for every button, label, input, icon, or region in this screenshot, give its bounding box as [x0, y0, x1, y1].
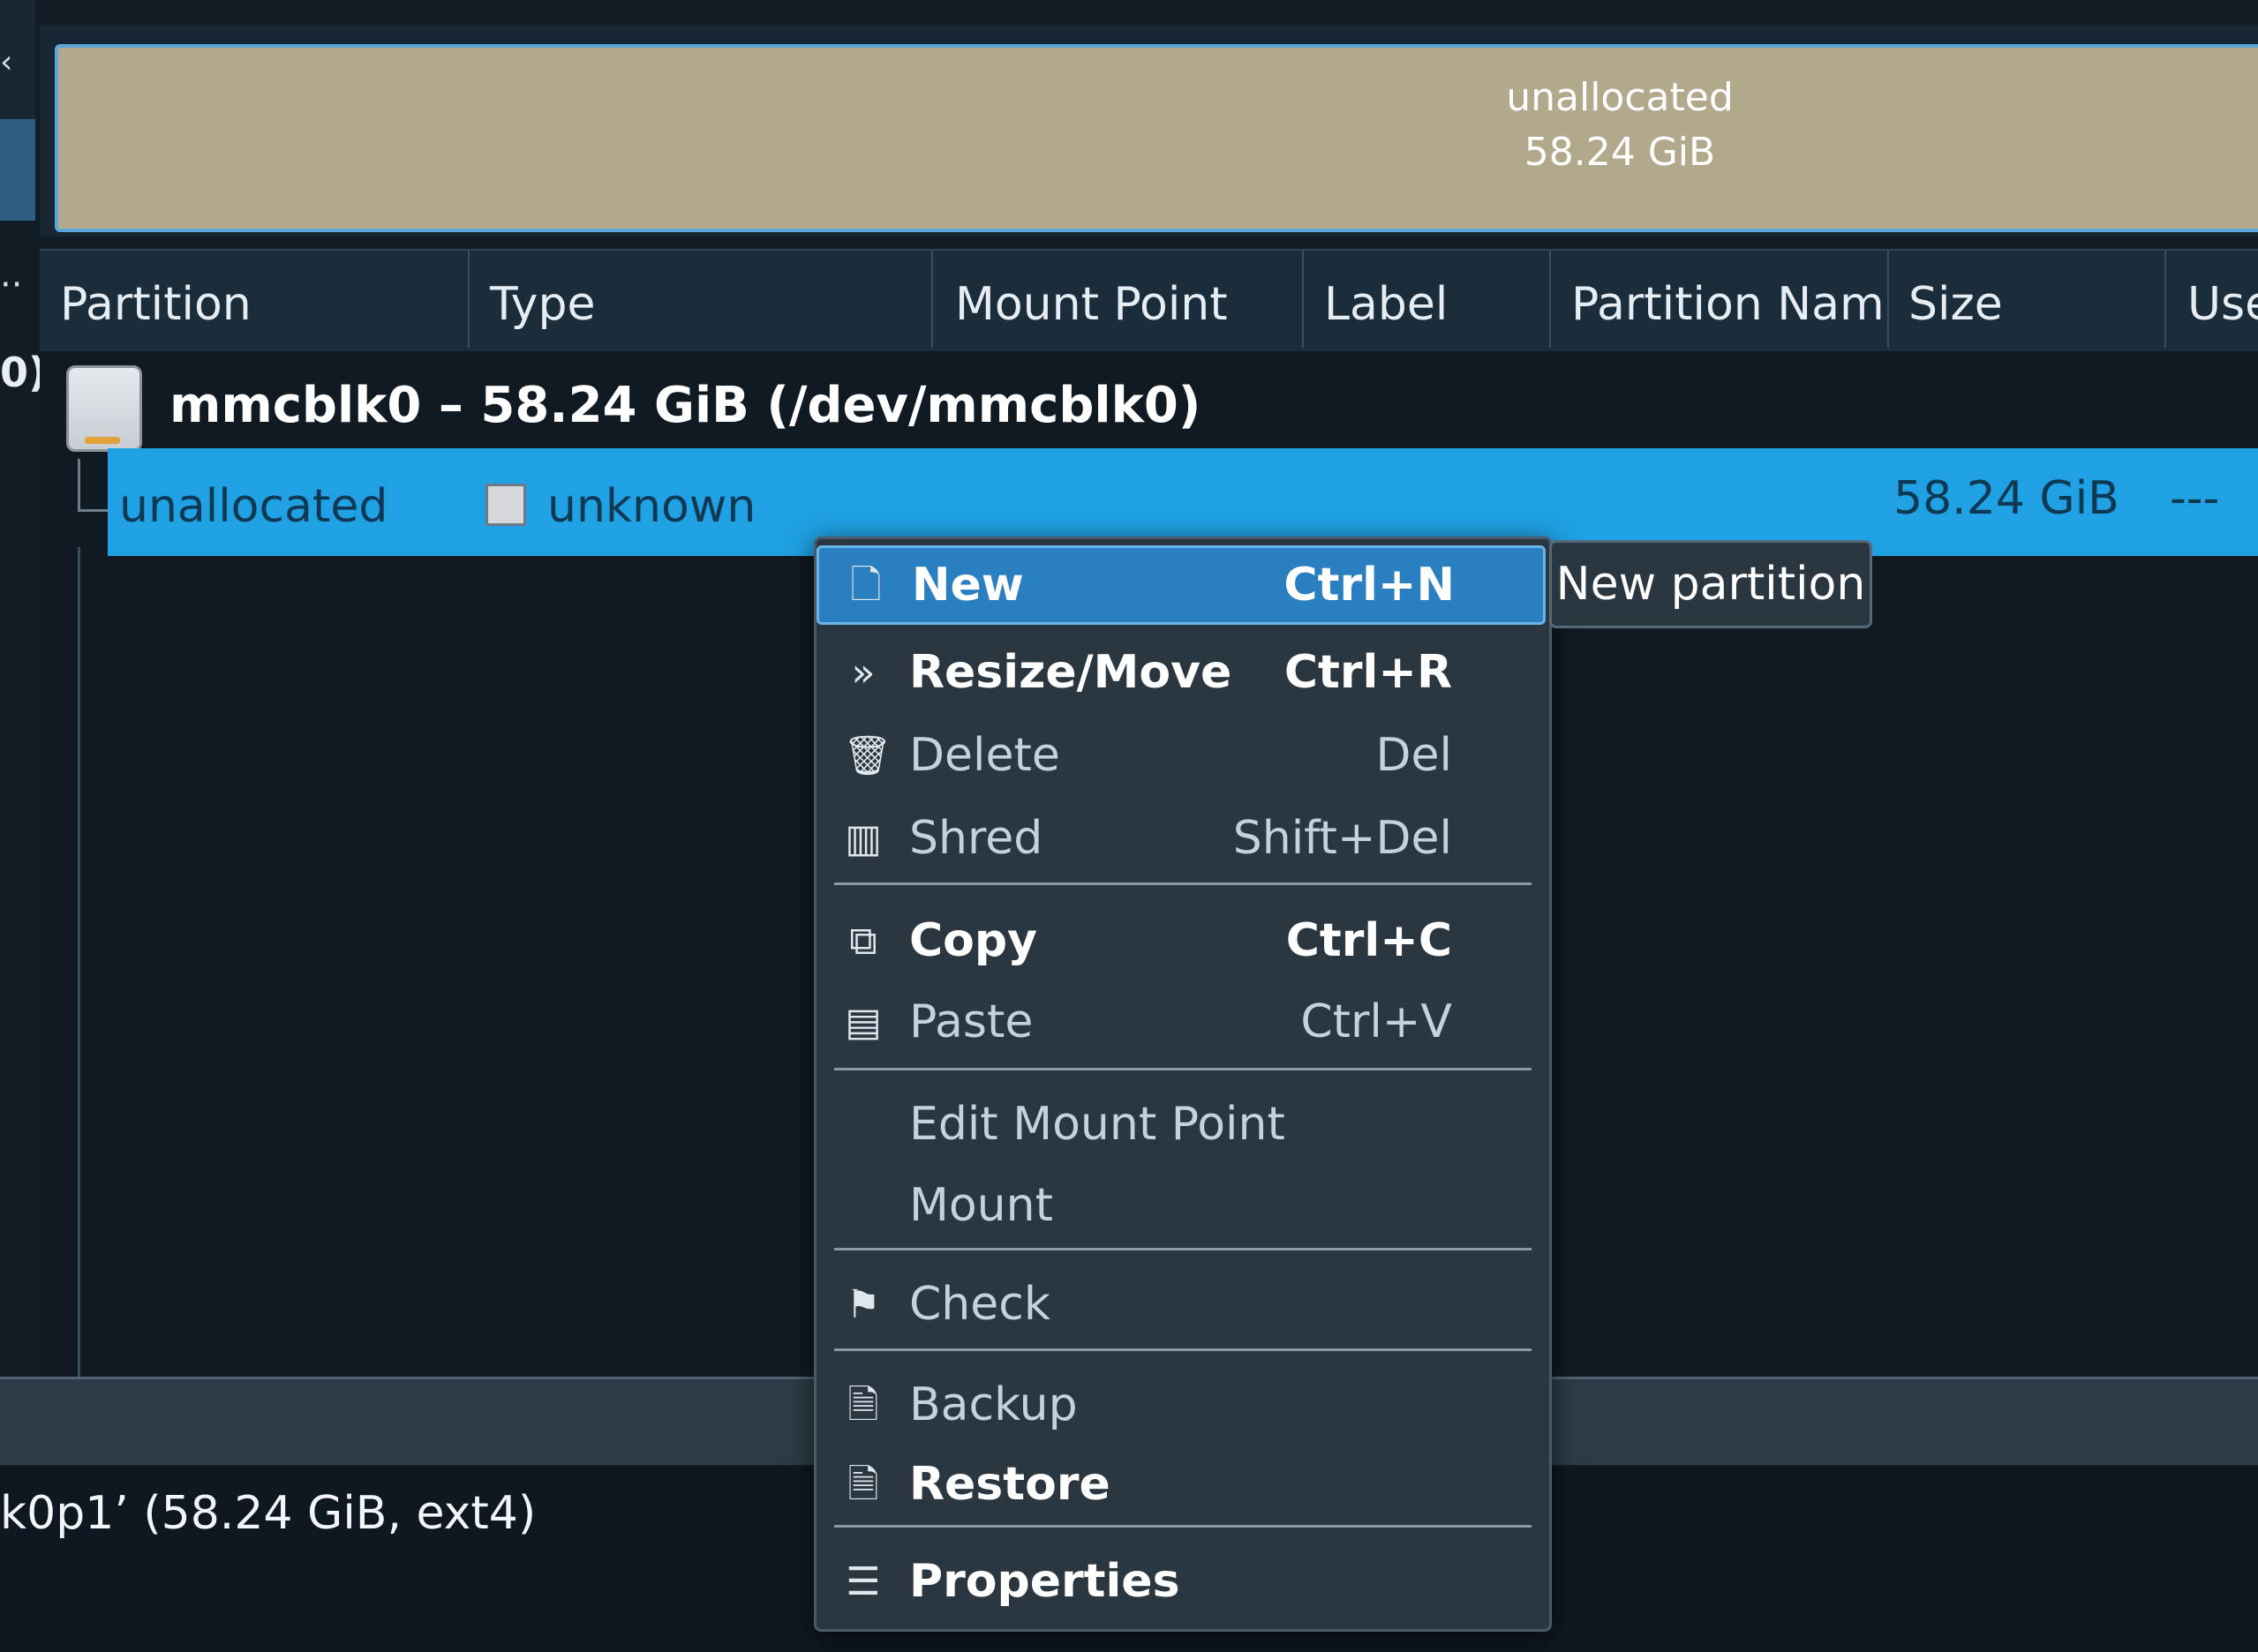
col-header-partition[interactable]: Partition — [60, 265, 252, 344]
row-used: --- — [2170, 472, 2220, 525]
menu-item-shortcut: Ctrl+N — [1283, 559, 1455, 612]
filesystem-color-swatch — [485, 484, 526, 526]
menu-item-mount[interactable]: Mount — [817, 1168, 1540, 1243]
segment-size: 58.24 GiB — [1524, 130, 1716, 175]
menu-item-shortcut: Ctrl+R — [1283, 646, 1452, 699]
collapse-chevron-icon[interactable]: ‹ — [0, 44, 26, 80]
tree-branch-line — [78, 459, 80, 512]
drive-icon — [66, 365, 142, 452]
menu-item-shortcut: Del — [1375, 729, 1452, 782]
tooltip-new-partition: New partition — [1549, 540, 1872, 628]
left-panel-truncated-text: ·· — [0, 265, 23, 305]
copy-icon: ⧉ — [849, 919, 877, 964]
menu-item-check[interactable]: ⚑ Check — [817, 1267, 1540, 1341]
pending-operation-text: k0p1’ (58.24 GiB, ext4) — [0, 1487, 537, 1540]
menu-item-restore[interactable]: 🗎 Restore — [817, 1447, 1540, 1521]
tree-branch-line — [78, 509, 111, 512]
new-partition-icon: 🗋 — [850, 563, 882, 608]
list-icon: ☰ — [846, 1559, 881, 1604]
menu-item-edit-mount-point[interactable]: Edit Mount Point — [817, 1087, 1540, 1161]
menu-item-label: Backup — [909, 1378, 1078, 1431]
menu-separator — [834, 1248, 1532, 1250]
menu-item-backup[interactable]: 🗎 Backup — [817, 1368, 1540, 1442]
menu-item-shortcut: Shift+Del — [1232, 812, 1452, 865]
menu-item-label: Edit Mount Point — [909, 1098, 1285, 1151]
col-header-size[interactable]: Size — [1908, 265, 2003, 344]
unallocated-segment-label: unallocated 58.24 GiB — [1461, 71, 1779, 180]
menu-separator — [834, 1348, 1532, 1351]
device-title[interactable]: mmcblk0 – 58.24 GiB (/dev/mmcblk0) — [169, 371, 1201, 441]
menu-item-delete[interactable]: 🗑 Delete Del — [817, 718, 1540, 792]
col-separator[interactable] — [1549, 251, 1551, 348]
menu-item-paste[interactable]: ▤ Paste Ctrl+V — [817, 985, 1540, 1059]
col-header-used[interactable]: Use — [2187, 265, 2258, 344]
col-header-mount-point[interactable]: Mount Point — [955, 265, 1228, 344]
unallocated-segment[interactable] — [55, 44, 2258, 232]
menu-item-label: Delete — [909, 729, 1060, 782]
menu-item-label: Copy — [909, 914, 1038, 967]
menu-item-label: Properties — [909, 1555, 1180, 1608]
segment-name: unallocated — [1506, 75, 1734, 120]
menu-item-label: Restore — [909, 1458, 1110, 1511]
menu-item-new[interactable]: 🗋 New Ctrl+N — [817, 545, 1546, 625]
menu-item-label: Resize/Move — [909, 646, 1232, 699]
col-separator[interactable] — [1302, 251, 1304, 348]
shredder-icon: ▥ — [845, 816, 882, 861]
col-header-label[interactable]: Label — [1324, 265, 1448, 344]
menu-item-label: New — [912, 559, 1024, 612]
col-header-partition-name[interactable]: Partition Nam — [1571, 265, 1885, 344]
col-header-type[interactable]: Type — [490, 265, 595, 344]
menu-separator — [834, 1525, 1532, 1528]
tree-frame-line — [78, 547, 80, 1377]
menu-item-resize-move[interactable]: » Resize/Move Ctrl+R — [817, 635, 1540, 710]
menu-item-copy[interactable]: ⧉ Copy Ctrl+C — [817, 904, 1540, 978]
row-type: unknown — [547, 480, 756, 533]
menu-item-label: Check — [909, 1278, 1050, 1331]
menu-item-label: Mount — [909, 1179, 1053, 1232]
menu-item-shortcut: Ctrl+V — [1300, 995, 1452, 1048]
menu-item-shred[interactable]: ▥ Shred Shift+Del — [817, 801, 1540, 875]
col-separator[interactable] — [468, 251, 470, 348]
menu-item-label: Paste — [909, 995, 1034, 1048]
menu-separator — [834, 882, 1532, 885]
flag-icon: ⚑ — [846, 1282, 881, 1327]
menu-separator — [834, 1068, 1532, 1070]
menu-item-label: Shred — [909, 812, 1043, 865]
menu-item-shortcut: Ctrl+C — [1285, 914, 1452, 967]
row-partition: unallocated — [119, 480, 388, 533]
double-chevron-icon: » — [851, 650, 876, 695]
row-size: 58.24 GiB — [1893, 472, 2119, 525]
restore-icon: 🗎 — [847, 1462, 879, 1507]
menu-item-properties[interactable]: ☰ Properties — [817, 1544, 1540, 1618]
clipboard-icon: ▤ — [845, 1000, 882, 1045]
col-separator[interactable] — [931, 251, 933, 348]
left-panel-selected-item[interactable] — [0, 119, 35, 221]
backup-icon: 🗎 — [847, 1383, 879, 1428]
col-separator[interactable] — [1887, 251, 1889, 348]
col-separator[interactable] — [2164, 251, 2166, 348]
trash-icon: 🗑 — [843, 733, 892, 778]
